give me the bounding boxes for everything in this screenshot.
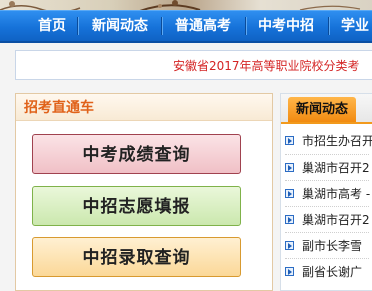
news-title[interactable]: 副省长谢广 (302, 261, 362, 283)
news-title[interactable]: 市招生办召开 (302, 130, 372, 152)
news-list-item[interactable]: 巢湖市召开2 (285, 209, 372, 233)
nav-item-home[interactable]: 首页 (38, 11, 66, 41)
news-list-item[interactable]: 巢湖市召开2 (285, 157, 372, 181)
quick-access-panel: 招考直通车 中考成绩查询 中招志愿填报 中招录取查询 (15, 93, 273, 291)
nav-separator (77, 17, 79, 35)
news-list-item[interactable]: 副市长李雪 (285, 235, 372, 259)
nav-item-xueye[interactable]: 学业 (341, 11, 369, 41)
divider (285, 180, 369, 181)
news-title[interactable]: 巢湖市召开2 (302, 209, 370, 231)
divider (285, 258, 369, 259)
divider (285, 154, 369, 155)
news-title[interactable]: 巢湖市召开2 (302, 157, 370, 179)
news-list-item[interactable]: 市招生办召开 (285, 130, 372, 154)
nav-separator (161, 17, 163, 35)
zhongkao-score-query-button[interactable]: 中考成绩查询 (32, 134, 241, 174)
arrow-bullet-icon (285, 189, 294, 198)
news-title[interactable]: 巢湖市高考 - (302, 183, 370, 205)
arrow-bullet-icon (285, 215, 294, 224)
divider (285, 232, 369, 233)
announcement-link[interactable]: 安徽省2017年高等职业院校分类考 (173, 51, 360, 79)
arrow-bullet-icon (285, 163, 294, 172)
tab-news[interactable]: 新闻动态 (288, 97, 356, 122)
news-title[interactable]: 副市长李雪 (302, 235, 362, 257)
arrow-bullet-icon (285, 136, 294, 145)
news-panel: 新闻动态 市招生办召开 巢湖市召开2 巢湖市高考 - 巢湖市召开2 副市长李雪 … (280, 93, 372, 291)
news-list-item[interactable]: 巢湖市高考 - (285, 183, 372, 207)
zhongzhao-admission-query-button[interactable]: 中招录取查询 (32, 237, 241, 277)
arrow-bullet-icon (285, 241, 294, 250)
main-nav: 首页 新闻动态 普通高考 中考中招 学业 (0, 10, 372, 43)
divider (285, 206, 369, 207)
nav-item-gaokao[interactable]: 普通高考 (175, 11, 231, 41)
announcement-marquee: 安徽省2017年高等职业院校分类考 (15, 50, 372, 80)
arrow-bullet-icon (285, 267, 294, 276)
nav-item-news[interactable]: 新闻动态 (92, 11, 148, 41)
zhongzhao-application-button[interactable]: 中招志愿填报 (32, 186, 241, 226)
nav-item-zhongkao[interactable]: 中考中招 (258, 11, 314, 41)
nav-separator (245, 17, 247, 35)
news-panel-header: 新闻动态 (281, 94, 372, 124)
nav-separator (328, 17, 330, 35)
panel-title: 招考直通车 (24, 100, 94, 116)
news-list-item[interactable]: 副省长谢广 (285, 261, 372, 285)
